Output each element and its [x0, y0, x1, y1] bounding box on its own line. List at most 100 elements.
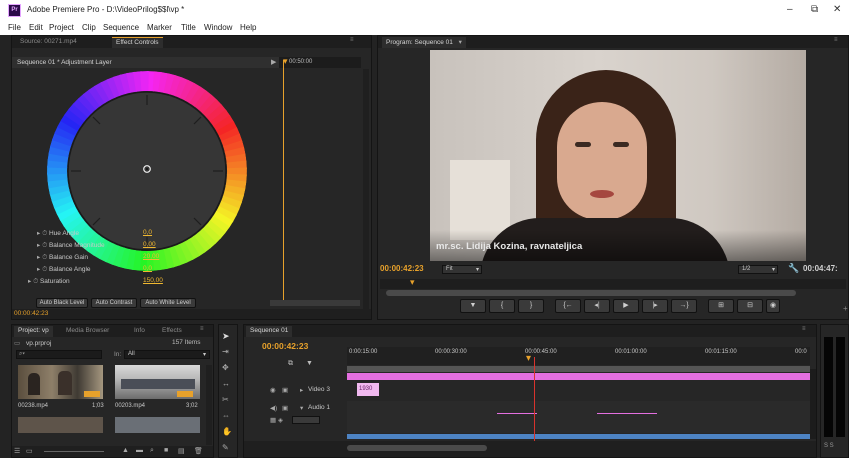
- menu-help[interactable]: Help: [240, 23, 256, 32]
- expand-triangle-icon[interactable]: ▸: [300, 386, 303, 394]
- saturation-value[interactable]: 150,00: [143, 277, 163, 284]
- tab-info[interactable]: Info: [130, 326, 149, 337]
- track-select-tool-icon[interactable]: ⇥: [222, 347, 229, 356]
- stopwatch-icon[interactable]: ⏱: [42, 266, 47, 273]
- pen-tool-icon[interactable]: ✎: [222, 443, 229, 452]
- audio-clip[interactable]: [347, 434, 810, 439]
- extract-button[interactable]: ⊟: [737, 299, 763, 313]
- clip-thumbnail[interactable]: [115, 365, 200, 399]
- close-button[interactable]: ✕: [833, 4, 841, 15]
- menu-title[interactable]: Title: [181, 23, 196, 32]
- panel-menu-icon[interactable]: ≡: [834, 37, 838, 43]
- razor-tool-icon[interactable]: ✂: [222, 395, 229, 404]
- step-forward-button[interactable]: |▸: [642, 299, 668, 313]
- clip-thumbnail[interactable]: [115, 417, 200, 433]
- menu-marker[interactable]: Marker: [147, 23, 172, 32]
- trash-icon[interactable]: 🗑: [194, 447, 203, 455]
- timeline-playhead-icon[interactable]: ▾: [526, 353, 531, 364]
- dropdown-icon[interactable]: ▾: [459, 39, 462, 46]
- menu-clip[interactable]: Clip: [82, 23, 96, 32]
- panel-menu-icon[interactable]: ≡: [350, 37, 354, 43]
- menu-edit[interactable]: Edit: [29, 23, 43, 32]
- resolution-dropdown[interactable]: 1/2 ▾: [738, 265, 778, 274]
- project-search-input[interactable]: ⌕▾: [16, 350, 102, 359]
- menu-window[interactable]: Window: [204, 23, 232, 32]
- balance-gain-value[interactable]: 20,00: [143, 253, 159, 260]
- menu-file[interactable]: File: [8, 23, 21, 32]
- hue-angle-value[interactable]: 0,0: [143, 229, 152, 236]
- stopwatch-icon[interactable]: ⏱: [42, 230, 47, 237]
- fit-dropdown[interactable]: Fit ▾: [442, 265, 482, 274]
- expand-triangle-icon[interactable]: ▸: [37, 230, 40, 237]
- slip-tool-icon[interactable]: ⇔: [222, 411, 230, 420]
- tab-effect-controls[interactable]: Effect Controls: [112, 37, 163, 48]
- maximize-button[interactable]: ⧉: [811, 4, 818, 15]
- clip-thumbnail[interactable]: [18, 365, 103, 399]
- dropdown-icon[interactable]: ▾: [476, 266, 479, 273]
- program-scrubber[interactable]: ▾: [380, 277, 846, 289]
- mark-in-button[interactable]: {: [489, 299, 515, 313]
- tab-effects[interactable]: Effects: [158, 326, 186, 337]
- minimize-button[interactable]: –: [787, 4, 793, 15]
- keyframe-icon[interactable]: ▦ ◈: [270, 416, 283, 424]
- ec-timecode[interactable]: 00:00:42:23: [14, 310, 48, 317]
- expand-triangle-icon[interactable]: ▸: [28, 278, 31, 285]
- new-bin-icon[interactable]: ■: [164, 447, 168, 454]
- menu-sequence[interactable]: Sequence: [103, 23, 139, 32]
- ec-scrollbar[interactable]: [363, 69, 369, 309]
- program-zoom-bar[interactable]: [386, 290, 796, 296]
- solo-icon[interactable]: S S: [824, 443, 834, 449]
- snap-icon[interactable]: ⧉: [288, 360, 293, 368]
- work-area-bar[interactable]: [347, 366, 810, 372]
- speaker-icon[interactable]: ◀): [270, 404, 277, 412]
- go-to-out-button[interactable]: →}: [671, 299, 697, 313]
- eye-icon[interactable]: ◉: [270, 386, 276, 394]
- auto-contrast-button[interactable]: Auto Contrast: [91, 298, 137, 308]
- selection-tool-icon[interactable]: ➤: [222, 331, 230, 342]
- play-button[interactable]: ▶: [613, 299, 639, 313]
- dropdown-icon[interactable]: ▾: [772, 266, 775, 273]
- new-item-icon[interactable]: ▤: [178, 447, 185, 455]
- timeline-timecode[interactable]: 00:00:42:23: [262, 341, 308, 351]
- stopwatch-icon[interactable]: ⏱: [33, 278, 38, 285]
- zoom-slider[interactable]: [44, 451, 104, 452]
- icon-view-icon[interactable]: ▭: [26, 447, 33, 455]
- dropdown-icon[interactable]: ▾: [203, 351, 206, 358]
- add-marker-icon[interactable]: ▼: [306, 360, 313, 367]
- export-frame-button[interactable]: ◉: [766, 299, 780, 313]
- stopwatch-icon[interactable]: ⏱: [42, 254, 47, 261]
- adjustment-layer-clip[interactable]: [347, 373, 810, 380]
- find-icon[interactable]: ⌕: [150, 447, 154, 455]
- expand-triangle-icon[interactable]: ▸: [37, 254, 40, 261]
- volume-field[interactable]: [292, 416, 320, 424]
- panel-menu-icon[interactable]: ≡: [802, 326, 806, 332]
- wrench-icon[interactable]: 🔧: [788, 263, 799, 274]
- add-button-icon[interactable]: +: [843, 304, 848, 313]
- rate-stretch-tool-icon[interactable]: ↔: [222, 379, 230, 388]
- expand-triangle-icon[interactable]: ▸: [37, 266, 40, 273]
- ec-zoom-scroll[interactable]: [270, 300, 360, 306]
- mark-out-button[interactable]: }: [518, 299, 544, 313]
- expand-triangle-icon[interactable]: ▸: [37, 242, 40, 249]
- automate-icon[interactable]: ▲: [122, 447, 129, 454]
- lock-icon[interactable]: ▣: [282, 404, 288, 412]
- timeline-ruler[interactable]: 0:00:15:00 00:00:30:00 00:00:45:00 00:01…: [347, 347, 810, 365]
- timeline-scrollbar[interactable]: [810, 369, 816, 439]
- auto-black-level-button[interactable]: Auto Black Level: [36, 298, 88, 308]
- list-view-icon[interactable]: ☰: [14, 447, 20, 455]
- balance-angle-value[interactable]: 0,0: [143, 265, 152, 272]
- tab-program[interactable]: Program: Sequence 01 ▾: [382, 37, 466, 48]
- go-to-in-button[interactable]: {←: [555, 299, 581, 313]
- tab-media-browser[interactable]: Media Browser: [62, 326, 113, 337]
- auto-white-level-button[interactable]: Auto White Level: [140, 298, 196, 308]
- ripple-edit-tool-icon[interactable]: ✥: [222, 363, 229, 372]
- clip-thumbnail[interactable]: [18, 417, 103, 433]
- play-only-icon[interactable]: ▶: [271, 58, 276, 66]
- video-3-clip[interactable]: 1930: [357, 383, 379, 396]
- tab-source[interactable]: Source: 00271.mp4: [16, 37, 81, 48]
- tab-project[interactable]: Project: vp: [14, 326, 53, 337]
- program-timecode[interactable]: 00:00:42:23: [380, 264, 424, 273]
- ec-timeline-ruler[interactable]: ▾ 00:50:00: [279, 56, 361, 68]
- project-scrollbar[interactable]: [206, 365, 212, 445]
- program-playhead-icon[interactable]: ▾: [410, 277, 415, 288]
